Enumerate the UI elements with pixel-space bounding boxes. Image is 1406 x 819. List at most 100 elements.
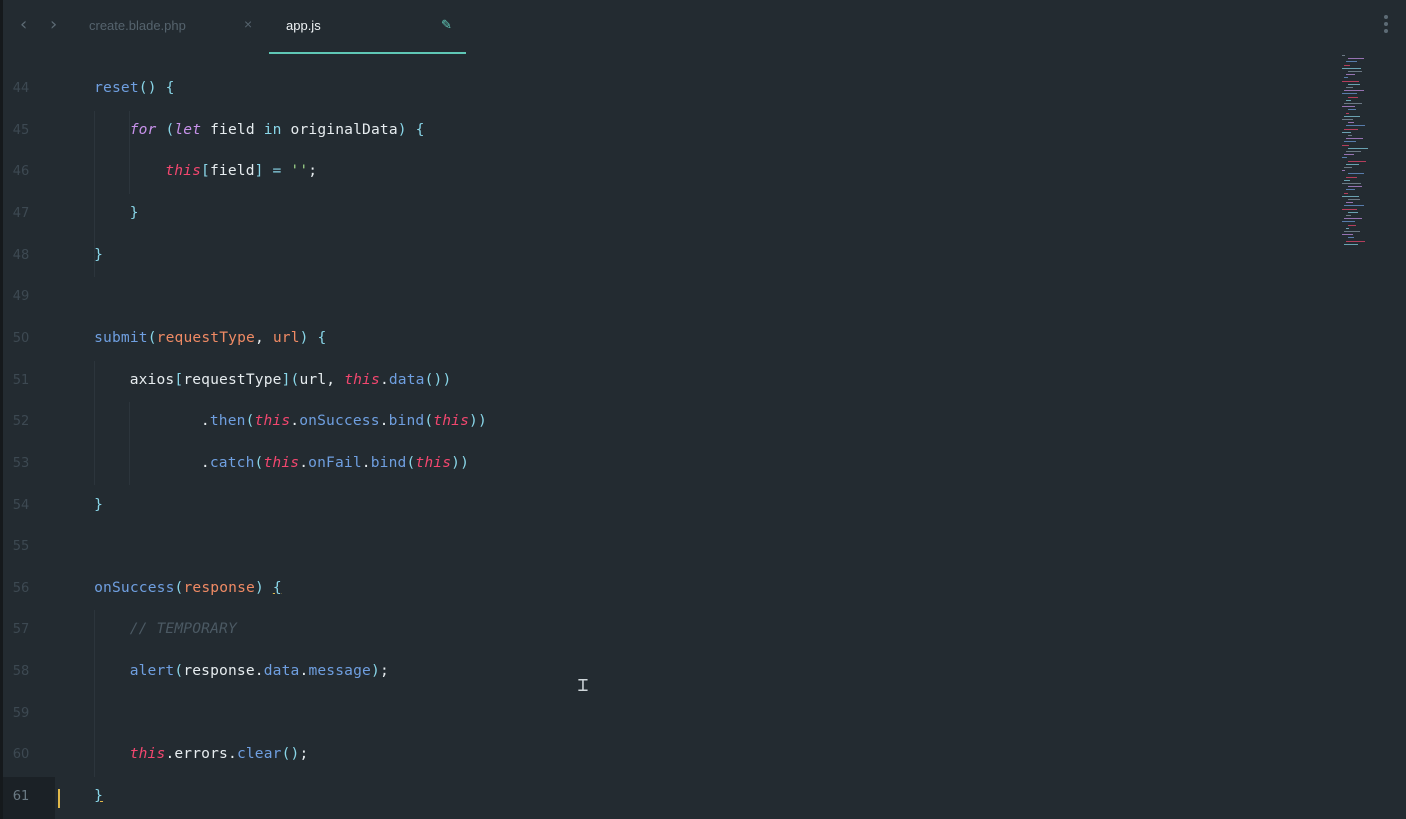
line-number: 58 <box>12 664 30 680</box>
line-number: 56 <box>12 580 30 596</box>
code-text: onSuccess(response) { <box>94 579 282 596</box>
code-token: { <box>317 328 327 346</box>
minimap-line <box>1346 240 1365 242</box>
code-token: , <box>254 328 273 346</box>
code-text: alert(response.data.message); <box>130 662 389 679</box>
code-line[interactable]: 54} <box>0 486 1300 528</box>
minimap-line <box>1346 74 1355 76</box>
code-token: bind <box>370 453 407 471</box>
code-token: response. <box>183 662 264 680</box>
code-token: ( <box>174 662 184 680</box>
code-line[interactable]: 45 for (let field in originalData) { <box>0 111 1300 153</box>
code-token: [ <box>174 370 184 388</box>
code-token: . <box>379 370 389 388</box>
code-token: then <box>209 412 246 430</box>
code-line[interactable]: 52 .then(this.onSuccess.bind(this)) <box>0 402 1300 444</box>
code-token: ) <box>371 662 380 680</box>
code-line[interactable]: 60 this.errors.clear(); <box>0 735 1300 777</box>
minimap-line <box>1342 170 1345 172</box>
code-token: . <box>290 412 300 430</box>
code-line[interactable]: 56 onSuccess(response) { <box>0 569 1300 611</box>
code-token: ; <box>379 662 389 680</box>
minimap-line <box>1348 58 1364 60</box>
code-line[interactable]: 58 alert(response.data.message); <box>0 652 1300 694</box>
line-number: 52 <box>12 414 30 430</box>
code-token: ( <box>245 412 255 430</box>
code-line[interactable]: 51 axios[requestType](url, this.data()) <box>0 361 1300 403</box>
code-token: } <box>94 495 104 513</box>
minimap-line <box>1348 135 1352 136</box>
minimap-line <box>1342 106 1355 108</box>
minimap-line <box>1342 157 1347 159</box>
code-token: { <box>165 79 175 96</box>
code-token: ]( <box>281 370 300 388</box>
back-arrow-icon[interactable]: ‹ <box>20 14 27 35</box>
line-number: 49 <box>12 289 30 305</box>
code-token: alert <box>129 662 175 680</box>
code-token: )) <box>469 412 487 430</box>
code-token: this <box>415 453 452 471</box>
code-token: .errors. <box>165 745 237 763</box>
minimap[interactable] <box>1340 55 1370 255</box>
code-line[interactable]: 49 <box>0 277 1300 319</box>
more-options-icon[interactable] <box>1380 15 1392 37</box>
forward-arrow-icon[interactable]: › <box>50 14 57 35</box>
tab-app-js[interactable]: app.js ✎ <box>269 0 466 55</box>
code-text: } <box>94 787 103 804</box>
minimap-line <box>1344 103 1362 104</box>
code-line[interactable]: 57 // TEMPORARY <box>0 610 1300 652</box>
code-token: ) <box>397 120 407 138</box>
code-token: axios <box>129 370 175 388</box>
code-text: this.errors.clear(); <box>130 745 309 762</box>
code-token: url <box>272 328 300 346</box>
code-line[interactable]: 44 reset() { <box>0 69 1300 111</box>
minimap-line <box>1344 90 1364 92</box>
code-line[interactable]: 46 this[field] = ''; <box>0 152 1300 194</box>
minimap-line <box>1342 131 1351 133</box>
minimap-line <box>1346 227 1349 229</box>
code-token: // TEMPORARY <box>129 620 237 638</box>
minimap-line <box>1344 167 1352 168</box>
minimap-line <box>1344 179 1350 181</box>
indent-guide <box>129 402 130 486</box>
code-token: field <box>201 120 264 138</box>
code-line[interactable]: 59 <box>0 694 1300 736</box>
code-line[interactable]: 53 .catch(this.onFail.bind(this)) <box>0 444 1300 486</box>
code-token: reset <box>94 79 139 96</box>
line-number: 51 <box>12 372 30 388</box>
code-line[interactable]: 61} <box>0 777 1300 819</box>
minimap-line <box>1348 211 1358 213</box>
code-token: ) <box>254 578 264 596</box>
code-token: ( <box>424 412 434 430</box>
code-token: this <box>344 370 380 388</box>
tab-label: app.js <box>286 18 321 33</box>
minimap-line <box>1346 125 1365 127</box>
minimap-line <box>1348 173 1364 175</box>
code-token: let <box>174 120 202 138</box>
minimap-line <box>1342 80 1359 82</box>
code-line[interactable]: 47} <box>0 194 1300 236</box>
code-token: field <box>209 162 255 180</box>
code-token: onFail <box>308 453 362 471</box>
minimap-line <box>1342 221 1355 223</box>
minimap-line <box>1344 154 1354 156</box>
code-text: } <box>94 496 103 513</box>
minimap-line <box>1346 163 1359 165</box>
code-line[interactable]: 55 <box>0 527 1300 569</box>
code-line[interactable]: 50 submit(requestType, url) { <box>0 319 1300 361</box>
minimap-line <box>1348 160 1366 162</box>
code-token: { <box>272 578 282 596</box>
code-text: } <box>94 246 103 263</box>
tab-create-blade-php[interactable]: create.blade.php × <box>89 0 259 55</box>
code-token: catch <box>209 453 255 471</box>
line-number: 46 <box>12 164 30 180</box>
code-token: )) <box>451 453 470 471</box>
close-icon[interactable]: × <box>244 16 252 32</box>
indent-guide <box>94 360 95 486</box>
code-token: () <box>138 79 157 96</box>
code-line[interactable]: 48} <box>0 236 1300 278</box>
line-number: 60 <box>12 747 30 763</box>
code-token: originalData <box>281 120 398 138</box>
